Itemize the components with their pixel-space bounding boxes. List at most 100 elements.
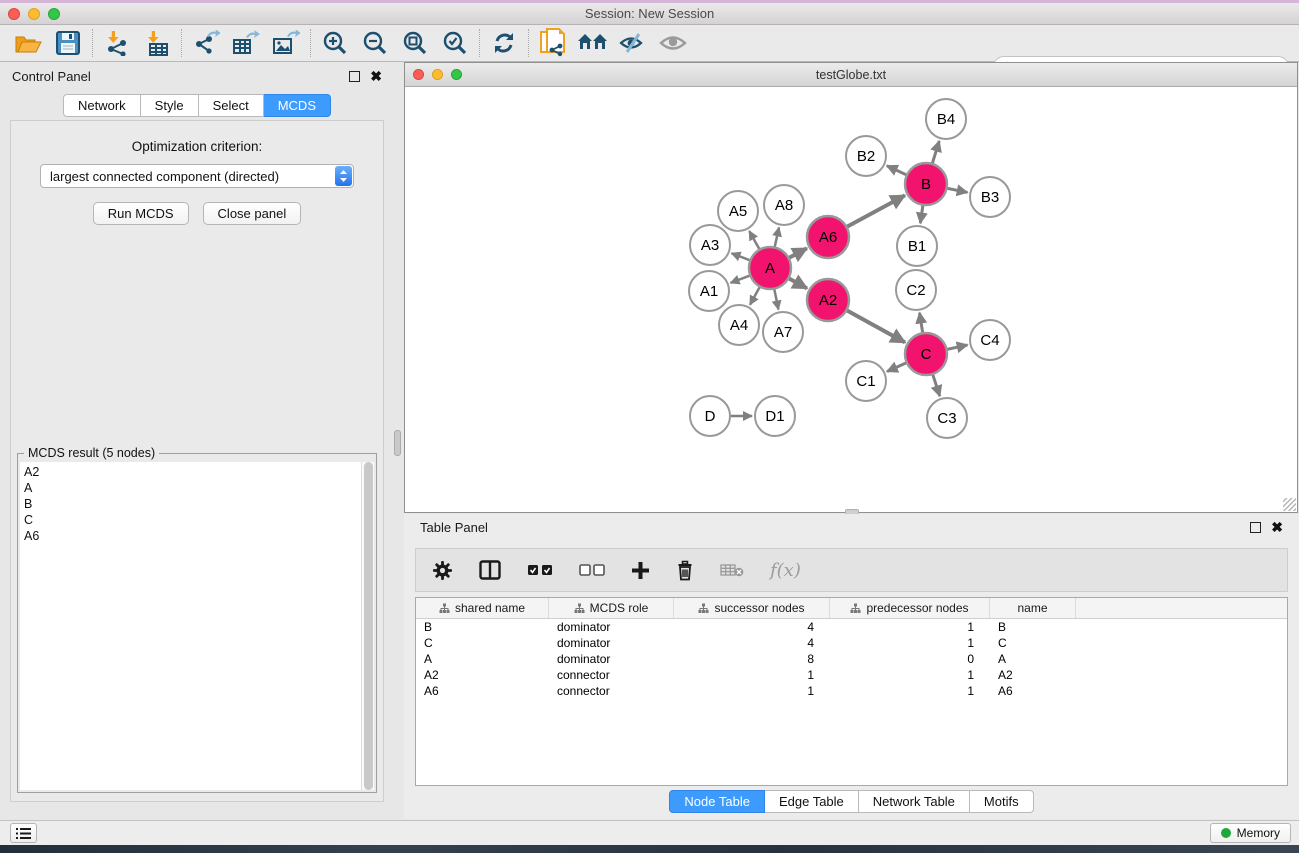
result-scrollbar[interactable] xyxy=(361,462,374,790)
deselect-all-icon[interactable] xyxy=(579,564,605,576)
close-panel-icon[interactable]: ✖ xyxy=(370,71,382,82)
node-label-A7: A7 xyxy=(774,324,792,341)
network-graph[interactable]: B4B2BB3A8A5A6A3B1AA1C2A2A4A7C4CC1DD1C3 xyxy=(405,87,1297,512)
node-table-header: shared nameMCDS role successor nodes prede… xyxy=(416,598,1287,619)
titlebar: Session: New Session xyxy=(0,3,1299,25)
export-network-icon[interactable] xyxy=(186,28,226,58)
table-cell: dominator xyxy=(549,651,674,667)
table-cell: A2 xyxy=(416,667,549,683)
network-window-titlebar[interactable]: testGlobe.txt xyxy=(405,63,1297,87)
table-cell: C xyxy=(416,635,549,651)
toolbar-separator xyxy=(181,29,182,57)
export-image-icon[interactable] xyxy=(266,28,306,58)
desktop-background xyxy=(0,845,1299,853)
column-header-name[interactable]: name xyxy=(990,598,1076,618)
run-mcds-button[interactable]: Run MCDS xyxy=(93,202,189,225)
result-scrollbar-thumb[interactable] xyxy=(364,462,373,790)
table-panel-header: Table Panel ✖ xyxy=(404,514,1299,540)
tab-edge-table[interactable]: Edge Table xyxy=(765,790,859,813)
node-label-D1: D1 xyxy=(765,408,784,425)
zoom-selected-icon[interactable] xyxy=(435,28,475,58)
import-table-icon[interactable] xyxy=(137,28,177,58)
result-item[interactable]: C xyxy=(24,512,357,528)
show-eye-icon[interactable] xyxy=(653,28,693,58)
refresh-icon[interactable] xyxy=(484,28,524,58)
vertical-split-grip[interactable] xyxy=(394,430,401,456)
criterion-value: largest connected component (directed) xyxy=(50,169,279,184)
list-icon xyxy=(16,827,31,840)
result-item[interactable]: A xyxy=(24,480,357,496)
criterion-select[interactable]: largest connected component (directed) xyxy=(40,164,354,188)
table-row[interactable]: A2connector11A2 xyxy=(416,667,1287,683)
node-label-B4: B4 xyxy=(937,111,955,128)
column-header-successor-nodes[interactable]: successor nodes xyxy=(674,598,830,618)
column-layout-icon[interactable] xyxy=(479,560,501,580)
node-table: shared nameMCDS role successor nodes prede… xyxy=(415,597,1288,786)
table-row[interactable]: A6connector11A6 xyxy=(416,683,1287,699)
table-row[interactable]: Adominator80A xyxy=(416,651,1287,667)
result-item[interactable]: A2 xyxy=(24,464,357,480)
network-from-file-icon[interactable] xyxy=(533,28,573,58)
toolbar-separator xyxy=(479,29,480,57)
tab-network-table[interactable]: Network Table xyxy=(859,790,970,813)
network-canvas[interactable]: B4B2BB3A8A5A6A3B1AA1C2A2A4A7C4CC1DD1C3 xyxy=(405,87,1297,512)
home-icon[interactable] xyxy=(573,28,613,58)
table-cell: dominator xyxy=(549,619,674,635)
select-all-icon[interactable] xyxy=(527,564,553,576)
node-label-A6: A6 xyxy=(819,229,837,246)
export-table-icon[interactable] xyxy=(226,28,266,58)
memory-button[interactable]: Memory xyxy=(1210,823,1291,843)
table-row[interactable]: Cdominator41C xyxy=(416,635,1287,651)
column-label: successor nodes xyxy=(714,601,804,615)
table-cell: C xyxy=(990,635,1076,651)
zoom-in-icon[interactable] xyxy=(315,28,355,58)
column-header-mcds-role[interactable]: MCDS role xyxy=(549,598,674,618)
node-label-A2: A2 xyxy=(819,292,837,309)
result-item[interactable]: B xyxy=(24,496,357,512)
tab-node-table[interactable]: Node Table xyxy=(669,790,765,813)
table-cell: 1 xyxy=(830,619,990,635)
control-panel: Control Panel ✖ NetworkStyleSelectMCDS O… xyxy=(2,64,392,812)
close-panel-button[interactable]: Close panel xyxy=(203,202,302,225)
column-header-shared-name[interactable]: shared name xyxy=(416,598,549,618)
hide-eye-icon[interactable] xyxy=(613,28,653,58)
close-panel-icon[interactable]: ✖ xyxy=(1271,522,1283,533)
table-cell: A xyxy=(990,651,1076,667)
table-row[interactable]: Bdominator41B xyxy=(416,619,1287,635)
float-panel-icon[interactable] xyxy=(349,71,360,82)
node-label-D: D xyxy=(705,408,716,425)
tab-motifs[interactable]: Motifs xyxy=(970,790,1034,813)
tab-mcds[interactable]: MCDS xyxy=(264,94,331,117)
table-toolbar: f(x) xyxy=(415,548,1288,592)
tab-style[interactable]: Style xyxy=(141,94,199,117)
zoom-out-icon[interactable] xyxy=(355,28,395,58)
tab-network[interactable]: Network xyxy=(63,94,141,117)
zoom-fit-icon[interactable] xyxy=(395,28,435,58)
gear-icon[interactable] xyxy=(432,560,453,581)
delete-icon[interactable] xyxy=(676,560,694,581)
shared-attribute-icon xyxy=(574,603,585,614)
table-cell: 1 xyxy=(830,667,990,683)
select-stepper-icon xyxy=(335,166,352,186)
shared-attribute-icon xyxy=(698,603,709,614)
mcds-result-list[interactable]: A2ABCA6 xyxy=(20,462,361,790)
column-header-predecessor-nodes[interactable]: predecessor nodes xyxy=(830,598,990,618)
open-folder-icon[interactable] xyxy=(8,28,48,58)
save-icon[interactable] xyxy=(48,28,88,58)
node-label-A4: A4 xyxy=(730,317,748,334)
control-panel-header: Control Panel ✖ xyxy=(2,64,392,88)
mcds-tab-content: Optimization criterion: largest connecte… xyxy=(10,120,384,802)
control-tabs: NetworkStyleSelectMCDS xyxy=(2,94,392,117)
table-cell: 1 xyxy=(674,683,830,699)
table-cell: 8 xyxy=(674,651,830,667)
window-resize-grip[interactable] xyxy=(1283,498,1296,511)
tab-select[interactable]: Select xyxy=(199,94,264,117)
add-column-icon[interactable] xyxy=(631,561,650,580)
node-label-A8: A8 xyxy=(775,197,793,214)
import-network-icon[interactable] xyxy=(97,28,137,58)
control-panel-title: Control Panel xyxy=(12,69,91,84)
task-history-button[interactable] xyxy=(10,823,37,843)
float-panel-icon[interactable] xyxy=(1250,522,1261,533)
table-tabs: Node TableEdge TableNetwork TableMotifs xyxy=(404,790,1299,813)
result-item[interactable]: A6 xyxy=(24,528,357,544)
